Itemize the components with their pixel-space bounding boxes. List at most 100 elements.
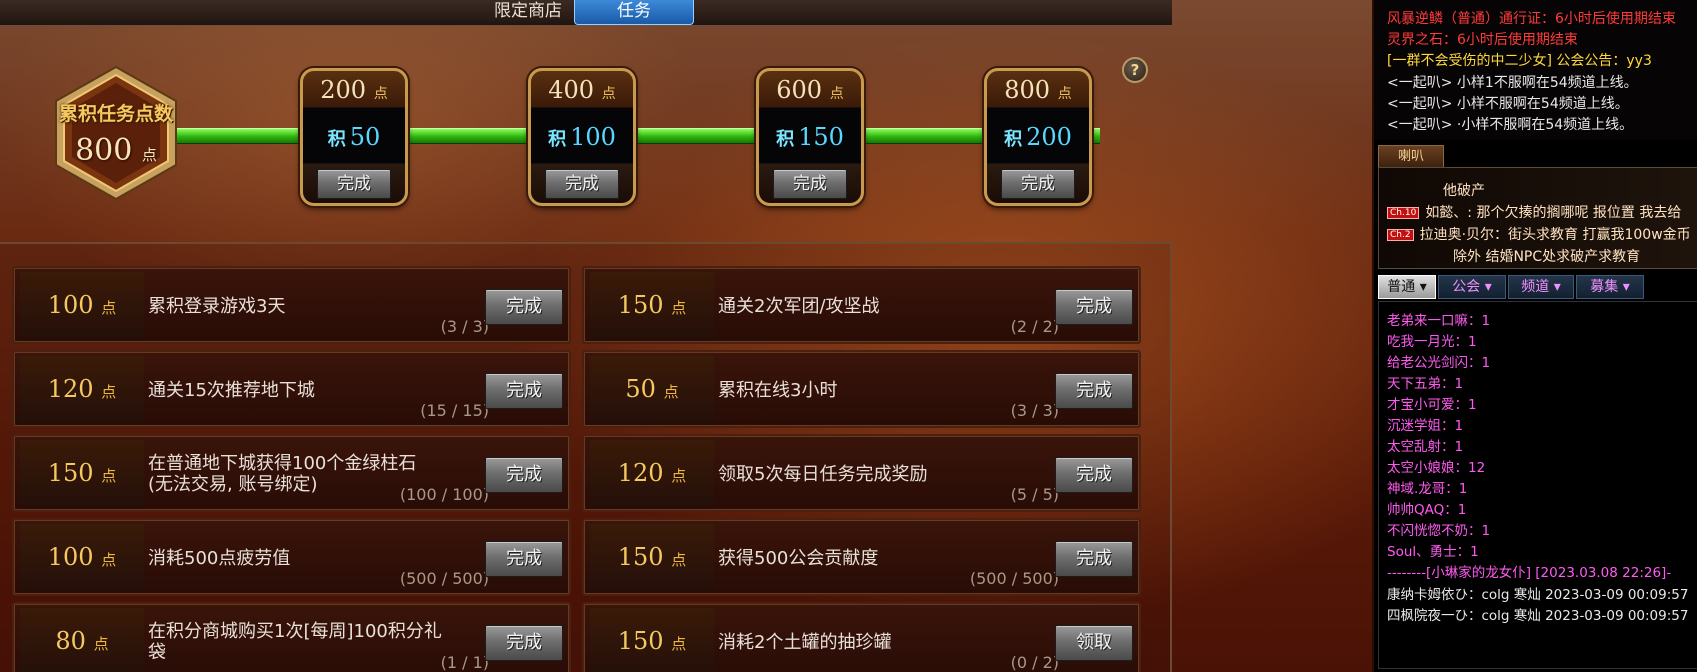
total-points-badge: 累积任务点数 800 点 [54,65,178,201]
horn-message: 除外 结婚NPC处求破产求教育 [1453,249,1641,265]
task-points-unit: 点 [671,635,687,653]
task-points-unit: 点 [101,383,117,401]
task-points-number: 100 [47,543,94,571]
milestone-600: 600 点 积 150 完成 [756,68,864,206]
task-points: 80 点 [20,608,144,672]
chat-line: 吃我一月光：1 [1387,334,1477,350]
tab-chat-recruit[interactable]: 募集 ▾ [1576,275,1644,299]
task-points: 120 点 [20,356,144,422]
milestone-800: 800 点 积 200 完成 [984,68,1092,206]
milestone-400: 400 点 积 100 完成 [528,68,636,206]
tab-chat-guild[interactable]: 公会 ▾ [1438,275,1506,299]
milestone-reward-number: 50 [349,123,381,151]
task-description: 通关2次军团/攻坚战 [718,295,880,317]
chat-line: 太空乱射：1 [1387,439,1464,455]
milestone-reward-prefix: 积 [776,129,795,150]
system-message: 风暴逆鳞（普通）通行证：6小时后使用期结束 [1387,11,1676,27]
milestone-points-number: 600 [776,76,823,104]
task-item: 150 点 在普通地下城获得100个金绿柱石(无法交易, 账号绑定) (100 … [12,434,571,512]
task-points-number: 120 [617,459,664,487]
task-claim-button[interactable]: 领取 [1055,625,1133,661]
milestone-points-number: 800 [1004,76,1051,104]
channel-badge: Ch.10 [1387,207,1420,219]
milestone-points: 600 点 [759,76,861,104]
tab-chat-normal[interactable]: 普通 ▾ [1378,275,1436,299]
task-points-number: 100 [47,291,94,319]
horn-message: Ch.2 拉迪奥·贝尔：街头求教育 打赢我100w金币 [1387,224,1691,244]
task-points-number: 150 [617,291,664,319]
total-points-number: 800 [75,133,133,168]
task-complete-button[interactable]: 完成 [485,289,563,325]
milestone-points-unit: 点 [373,86,388,102]
horn-message: 他破产 [1443,183,1485,199]
milestone-complete-button[interactable]: 完成 [1001,169,1075,199]
chat-line: 沉迷学姐：1 [1387,418,1464,434]
task-complete-button[interactable]: 完成 [485,541,563,577]
task-points-number: 150 [47,459,94,487]
task-complete-button[interactable]: 完成 [485,373,563,409]
milestone-points-number: 200 [320,76,367,104]
milestone-complete-button[interactable]: 完成 [773,169,847,199]
chat-line: 神域.龙哥：1 [1387,481,1468,497]
task-complete-button[interactable]: 完成 [1055,289,1133,325]
total-points-unit: 点 [141,146,157,164]
help-icon[interactable]: ? [1122,57,1148,83]
task-progress: (15 / 15) [420,401,489,420]
milestone-200: 200 点 积 50 完成 [300,68,408,206]
task-points: 150 点 [590,608,714,672]
task-progress: (3 / 3) [440,317,489,336]
task-points-number: 50 [625,375,656,403]
task-description: 在积分商城购买1次[每周]100积分礼袋 [148,621,442,663]
chat-line: Soul、勇士：1 [1387,544,1479,560]
task-points: 100 点 [20,524,144,590]
task-item: 50 点 累积在线3小时 (3 / 3) 完成 [582,350,1141,428]
chat-message-box: 老弟来一口嘛：1 吃我一月光：1 给老公光剑闪：1 天下五弟：1 才宝小可爱：1… [1378,301,1697,669]
task-points-unit: 点 [671,467,687,485]
task-complete-button[interactable]: 完成 [485,625,563,661]
tab-tasks[interactable]: 任务 [574,0,694,25]
top-tab-bar: 限定商店 任务 [0,0,1172,26]
milestone-points: 800 点 [987,76,1089,104]
task-description: 累积登录游戏3天 [148,295,286,317]
task-item: 100 点 累积登录游戏3天 (3 / 3) 完成 [12,266,571,344]
chat-line: 四枫院夜一ひ：colg 寒灿 2023-03-09 00:09:57 [1387,608,1689,624]
guild-announcement: [一群不会受伤的中二少女] 公会公告：yy3 [1387,53,1652,69]
task-item: 150 点 获得500公会贡献度 (500 / 500) 完成 [582,518,1141,596]
task-description: 领取5次每日任务完成奖励 [718,463,928,485]
task-complete-button[interactable]: 完成 [1055,541,1133,577]
task-complete-button[interactable]: 完成 [1055,457,1133,493]
task-progress: (2 / 2) [1010,317,1059,336]
task-progress: (100 / 100) [399,485,489,504]
task-description: 累积在线3小时 [718,379,838,401]
total-points-label: 累积任务点数 [58,103,173,125]
task-window: 限定商店 任务 ? 累积任务点数 800 点 200 点 积 50 完成 400 … [0,0,1372,672]
task-item: 100 点 消耗500点疲劳值 (500 / 500) 完成 [12,518,571,596]
chat-line: 才宝小可爱：1 [1387,397,1477,413]
task-points-number: 150 [617,627,664,655]
total-points-value: 800 点 [54,133,178,168]
milestone-complete-button[interactable]: 完成 [545,169,619,199]
tab-chat-channel[interactable]: 频道 ▾ [1508,275,1574,299]
milestone-reward: 积 150 [759,123,861,151]
horn-message: Ch.10 如懿、: 那个欠揍的搁哪呢 报位置 我去给 [1387,202,1681,222]
milestone-complete-button[interactable]: 完成 [317,169,391,199]
task-complete-button[interactable]: 完成 [485,457,563,493]
tab-limited-shop[interactable]: 限定商店 [468,0,588,24]
task-points: 120 点 [590,440,714,506]
task-complete-button[interactable]: 完成 [1055,373,1133,409]
tab-horn[interactable]: 喇叭 [1378,145,1444,168]
milestone-reward-number: 100 [570,123,616,151]
task-points-unit: 点 [101,299,117,317]
milestone-points-unit: 点 [829,86,844,102]
system-message: <一起叭> 小样不服啊在54频道上线。 [1387,96,1629,112]
task-points: 150 点 [590,272,714,338]
system-message: <一起叭> 小样1不服啊在54频道上线。 [1387,75,1638,91]
task-item: 150 点 消耗2个土罐的抽珍罐 (0 / 2) 领取 [582,602,1141,672]
task-points-unit: 点 [101,467,117,485]
horn-message-text: 如懿、: 那个欠揍的搁哪呢 报位置 我去给 [1425,205,1682,221]
task-description: 通关15次推荐地下城 [148,379,315,401]
task-progress: (500 / 500) [969,569,1059,588]
milestone-reward-number: 150 [798,123,844,151]
chat-line: 给老公光剑闪：1 [1387,355,1491,371]
chat-line: 太空小娘娘：12 [1387,460,1486,476]
